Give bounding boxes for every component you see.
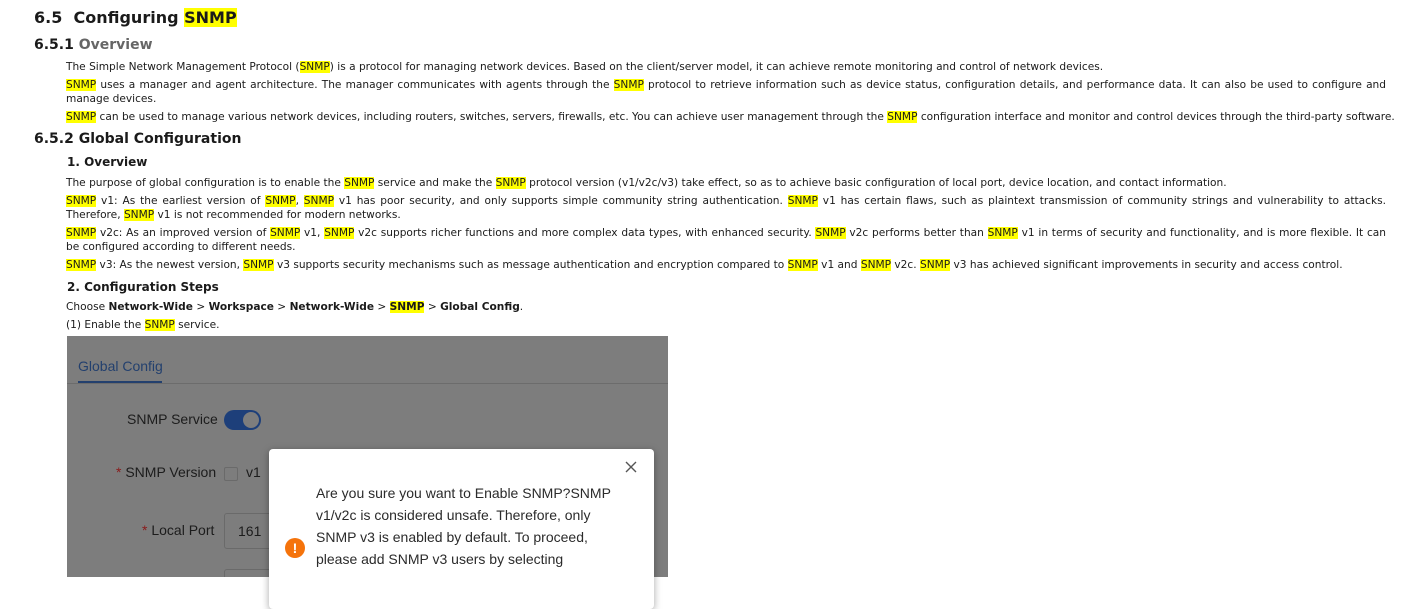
subsection-heading-global: 6.5.2 Global Configuration xyxy=(34,131,241,147)
overview-paragraph-2: SNMP uses a manager and agent architectu… xyxy=(66,79,1386,105)
global-paragraph-1: The purpose of global configuration is t… xyxy=(66,177,1227,189)
toggle-knob xyxy=(243,412,259,428)
local-port-value: 161 xyxy=(238,523,262,539)
highlight-snmp: SNMP xyxy=(184,8,237,27)
local-port-label: * Local Port xyxy=(142,522,215,538)
global-paragraph-v3: SNMP v3: As the newest version, SNMP v3 … xyxy=(66,259,1343,271)
step-1-text: (1) Enable the SNMP service. xyxy=(66,319,220,331)
global-paragraph-v1: SNMP v1: As the earliest version of SNMP… xyxy=(66,195,1386,221)
confirm-dialog: ! Are you sure you want to Enable SNMP?S… xyxy=(269,449,654,609)
subsection-title: Overview xyxy=(78,37,153,53)
snmp-service-toggle[interactable] xyxy=(224,410,261,430)
global-paragraph-v2c: SNMP v2c: As an improved version of SNMP… xyxy=(66,227,1386,253)
overview-paragraph-3: SNMP can be used to manage various netwo… xyxy=(66,111,1395,123)
section-heading: 6.5 Configuring SNMP xyxy=(34,8,237,27)
subsection-heading-overview: 6.5.1 Overview xyxy=(34,37,153,53)
overview-paragraph-1: The Simple Network Management Protocol (… xyxy=(66,61,1104,73)
subsection-title: Global Configuration xyxy=(78,131,242,147)
snmp-service-label: SNMP Service xyxy=(127,411,218,427)
step-heading-overview: 1. Overview xyxy=(67,155,148,169)
subsection-number: 6.5.2 xyxy=(34,131,74,147)
navigation-path: Choose Network-Wide > Workspace > Networ… xyxy=(66,301,524,313)
snmp-version-label: * SNMP Version xyxy=(116,464,217,480)
version-v1-checkbox[interactable] xyxy=(224,467,238,481)
tab-global-config[interactable]: Global Config xyxy=(78,358,163,374)
section-number: 6.5 xyxy=(34,8,63,27)
dialog-message: Are you sure you want to Enable SNMP?SNM… xyxy=(316,485,611,567)
version-v1-label: v1 xyxy=(246,464,261,480)
close-icon[interactable] xyxy=(624,460,638,474)
subsection-number: 6.5.1 xyxy=(34,37,74,53)
tab-divider xyxy=(67,383,668,384)
section-title: Configuring xyxy=(73,8,185,27)
exclamation-icon: ! xyxy=(285,538,305,558)
step-heading-config: 2. Configuration Steps xyxy=(67,280,219,294)
